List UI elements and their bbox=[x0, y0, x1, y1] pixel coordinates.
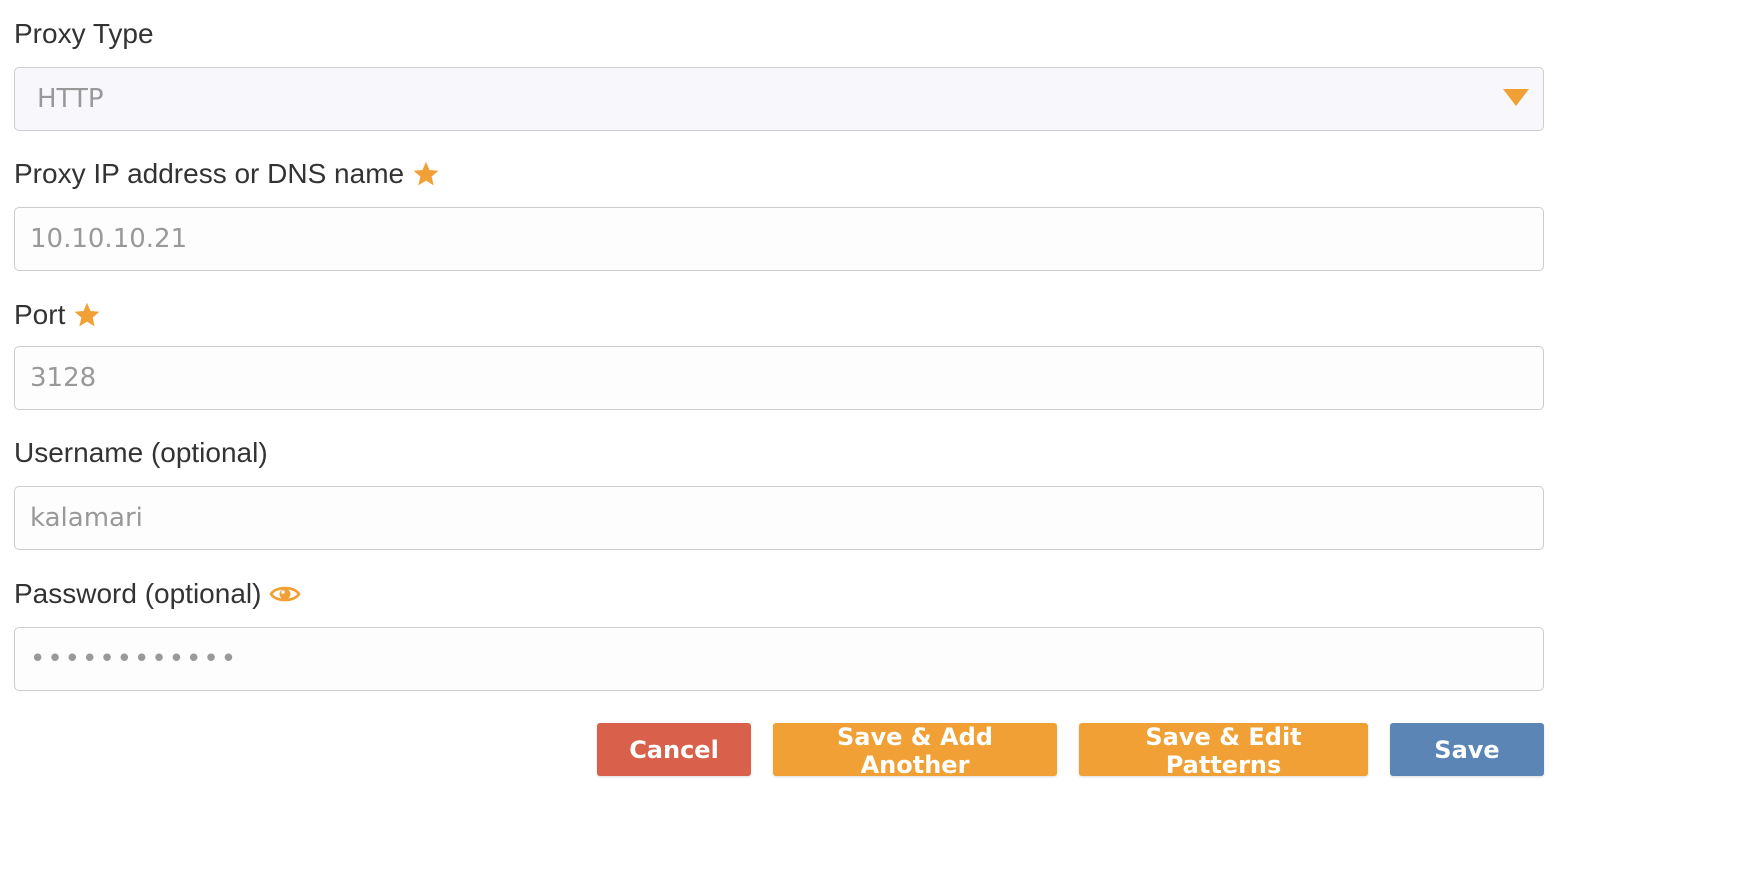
proxy-type-label: Proxy Type bbox=[14, 18, 154, 49]
form-actions: Cancel Save & Add Another Save & Edit Pa… bbox=[597, 723, 1544, 779]
star-icon bbox=[73, 301, 101, 329]
port-input[interactable] bbox=[30, 347, 1543, 409]
username-label: Username (optional) bbox=[14, 437, 268, 468]
proxy-type-label-row: Proxy Type bbox=[14, 18, 154, 50]
password-field[interactable] bbox=[14, 627, 1544, 691]
eye-icon[interactable] bbox=[269, 582, 301, 606]
password-label-row: Password (optional) bbox=[14, 578, 301, 610]
save-edit-patterns-button[interactable]: Save & Edit Patterns bbox=[1079, 723, 1368, 779]
proxy-host-field[interactable] bbox=[14, 207, 1544, 271]
password-input[interactable] bbox=[30, 628, 1543, 690]
username-field[interactable] bbox=[14, 486, 1544, 550]
proxy-host-label: Proxy IP address or DNS name bbox=[14, 158, 405, 189]
proxy-type-value: HTTP bbox=[37, 84, 104, 114]
cancel-button[interactable]: Cancel bbox=[597, 723, 751, 776]
proxy-host-label-row: Proxy IP address or DNS name bbox=[14, 158, 440, 190]
port-field[interactable] bbox=[14, 346, 1544, 410]
username-label-row: Username (optional) bbox=[14, 437, 268, 469]
port-label-row: Port bbox=[14, 299, 101, 331]
port-label: Port bbox=[14, 299, 66, 330]
proxy-type-select[interactable]: HTTP bbox=[14, 67, 1544, 131]
triangle-down-icon[interactable] bbox=[1503, 84, 1529, 114]
password-label: Password (optional) bbox=[14, 578, 262, 609]
username-input[interactable] bbox=[30, 487, 1543, 549]
save-add-another-button[interactable]: Save & Add Another bbox=[773, 723, 1057, 779]
proxy-host-input[interactable] bbox=[30, 208, 1543, 270]
save-button[interactable]: Save bbox=[1390, 723, 1544, 776]
star-icon bbox=[412, 160, 440, 188]
